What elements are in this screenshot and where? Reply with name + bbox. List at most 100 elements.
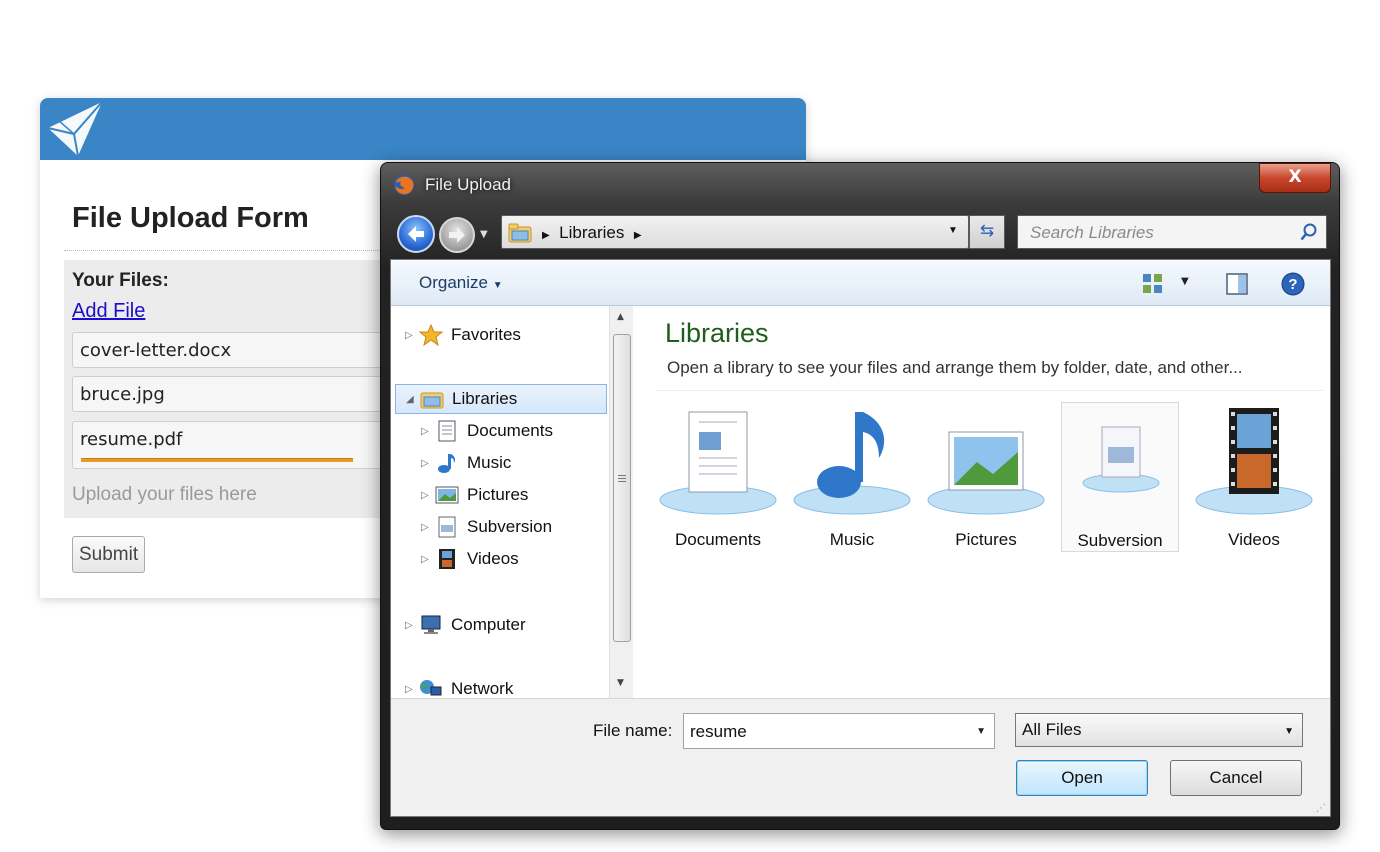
- nav-label: Computer: [451, 615, 526, 634]
- page-title: File Upload Form: [72, 202, 309, 234]
- upload-hint: Upload your files here: [72, 484, 257, 505]
- file-upload-dialog: File Upload X ▼ ▶ Libraries ▶ ▼ ⇆ Search…: [380, 162, 1340, 830]
- close-button[interactable]: X: [1259, 163, 1331, 193]
- files-label: Your Files:: [72, 270, 169, 291]
- recent-pages-dropdown-icon[interactable]: ▼: [480, 229, 488, 240]
- nav-label: Libraries: [452, 389, 518, 408]
- open-button[interactable]: Open: [1016, 760, 1148, 796]
- libraries-icon: [420, 392, 444, 409]
- paper-plane-logo-icon: [47, 101, 103, 157]
- music-library-icon: [793, 412, 911, 515]
- expand-icon[interactable]: ▷: [421, 490, 435, 501]
- file-type-dropdown-icon[interactable]: ▼: [1284, 726, 1294, 737]
- expand-icon[interactable]: ▷: [421, 522, 435, 533]
- nav-label: Videos: [467, 549, 519, 568]
- preview-pane-icon[interactable]: [1225, 272, 1249, 296]
- forward-arrow-icon: [449, 227, 465, 243]
- expand-icon[interactable]: ▷: [421, 426, 435, 437]
- scroll-thumb[interactable]: [613, 334, 631, 642]
- file-item-label: resume.pdf: [80, 429, 183, 450]
- videos-icon: [439, 549, 455, 569]
- tile-label: Documents: [675, 530, 761, 549]
- expand-icon[interactable]: ▷: [405, 684, 419, 695]
- cancel-button[interactable]: Cancel: [1170, 760, 1302, 796]
- back-arrow-icon: [408, 226, 424, 242]
- collapse-icon[interactable]: ◢: [406, 394, 420, 405]
- library-tile-videos[interactable]: Videos: [1195, 402, 1313, 552]
- organize-menu[interactable]: Organize ▼: [419, 273, 503, 293]
- star-icon: [419, 324, 443, 346]
- breadcrumb-libraries[interactable]: Libraries: [559, 223, 624, 242]
- music-note-icon: [438, 454, 455, 473]
- nav-item-subversion[interactable]: ▷ Subversion: [421, 512, 552, 542]
- navigation-pane: ▷ Favorites ◢ Libraries ▷ Documents ▷ Mu…: [391, 306, 633, 698]
- nav-label: Music: [467, 453, 512, 472]
- libraries-folder-icon: [508, 223, 532, 243]
- file-type-value: All Files: [1022, 720, 1082, 739]
- resize-grip-icon[interactable]: ⋰: [1316, 803, 1326, 814]
- dialog-client-area: Organize ▼ ▼ ? ▷ Favorites ◢ Libraries ▷…: [390, 259, 1331, 817]
- library-description: Open a library to see your files and arr…: [667, 358, 1243, 377]
- content-pane: Libraries Open a library to see your fil…: [637, 306, 1330, 698]
- expand-icon[interactable]: ▷: [421, 458, 435, 469]
- help-icon[interactable]: ?: [1281, 272, 1305, 296]
- firefox-icon: [394, 175, 414, 195]
- grip-icon: [618, 475, 626, 476]
- form-header-bar: [40, 98, 806, 160]
- nav-item-videos[interactable]: ▷ Videos: [421, 544, 519, 574]
- svg-text:?: ?: [1288, 276, 1297, 293]
- scroll-down-icon[interactable]: ▼: [617, 678, 624, 688]
- search-input[interactable]: Search Libraries: [1017, 215, 1327, 249]
- library-tile-subversion[interactable]: Subversion: [1061, 402, 1179, 552]
- change-view-icon[interactable]: [1141, 272, 1165, 296]
- nav-label: Documents: [467, 421, 553, 440]
- organize-label: Organize: [419, 273, 488, 292]
- dialog-footer: File name: resume ▼ All Files ▼ Open Can…: [391, 698, 1330, 816]
- breadcrumb[interactable]: ▶ Libraries ▶: [542, 223, 642, 243]
- library-tile-pictures[interactable]: Pictures: [927, 402, 1045, 552]
- search-icon: [1300, 223, 1317, 241]
- pictures-icon: [435, 486, 459, 504]
- forward-button[interactable]: [439, 217, 475, 253]
- expand-icon[interactable]: ▷: [421, 554, 435, 565]
- file-name-label: File name:: [593, 721, 673, 740]
- submit-button[interactable]: Submit: [72, 536, 146, 573]
- nav-scrollbar[interactable]: ▲ ▼: [609, 306, 633, 698]
- library-heading: Libraries: [665, 318, 769, 348]
- nav-item-music[interactable]: ▷ Music: [421, 448, 511, 478]
- documents-icon: [438, 420, 456, 442]
- tile-label: Videos: [1228, 530, 1280, 549]
- nav-item-pictures[interactable]: ▷ Pictures: [421, 480, 528, 510]
- refresh-icon: ⇆: [979, 221, 995, 241]
- nav-item-favorites[interactable]: ▷ Favorites: [405, 320, 521, 350]
- add-file-link[interactable]: Add File: [72, 300, 145, 323]
- file-name-dropdown-icon[interactable]: ▼: [976, 726, 986, 737]
- dialog-title: File Upload: [425, 175, 511, 194]
- back-button[interactable]: [397, 215, 435, 253]
- scroll-up-icon[interactable]: ▲: [617, 312, 624, 322]
- expand-icon[interactable]: ▷: [405, 620, 419, 631]
- tile-label: Pictures: [955, 530, 1017, 549]
- nav-label: Pictures: [467, 485, 529, 504]
- file-name-input[interactable]: resume ▼: [683, 713, 995, 749]
- command-bar: Organize ▼ ▼ ?: [391, 260, 1330, 306]
- address-bar[interactable]: ▶ Libraries ▶ ▼: [501, 215, 969, 249]
- nav-label: Subversion: [467, 517, 553, 536]
- nav-label: Network: [451, 679, 514, 698]
- documents-library-icon: [659, 411, 777, 515]
- tile-label: Subversion: [1077, 531, 1163, 550]
- nav-item-computer[interactable]: ▷ Computer: [405, 610, 526, 640]
- file-type-select[interactable]: All Files ▼: [1015, 713, 1303, 747]
- refresh-button[interactable]: ⇆: [969, 215, 1005, 249]
- library-tile-music[interactable]: Music: [793, 402, 911, 552]
- nav-item-documents[interactable]: ▷ Documents: [421, 416, 553, 446]
- nav-item-libraries[interactable]: ◢ Libraries: [395, 384, 607, 414]
- subversion-icon: [438, 516, 456, 538]
- library-tile-documents[interactable]: Documents: [659, 402, 777, 552]
- expand-icon[interactable]: ▷: [405, 330, 419, 341]
- view-options-dropdown-icon[interactable]: ▼: [1181, 276, 1189, 287]
- search-placeholder: Search Libraries: [1030, 223, 1154, 242]
- videos-library-icon: [1195, 408, 1313, 515]
- address-dropdown-icon[interactable]: ▼: [948, 225, 958, 236]
- subversion-library-icon: [1082, 426, 1160, 493]
